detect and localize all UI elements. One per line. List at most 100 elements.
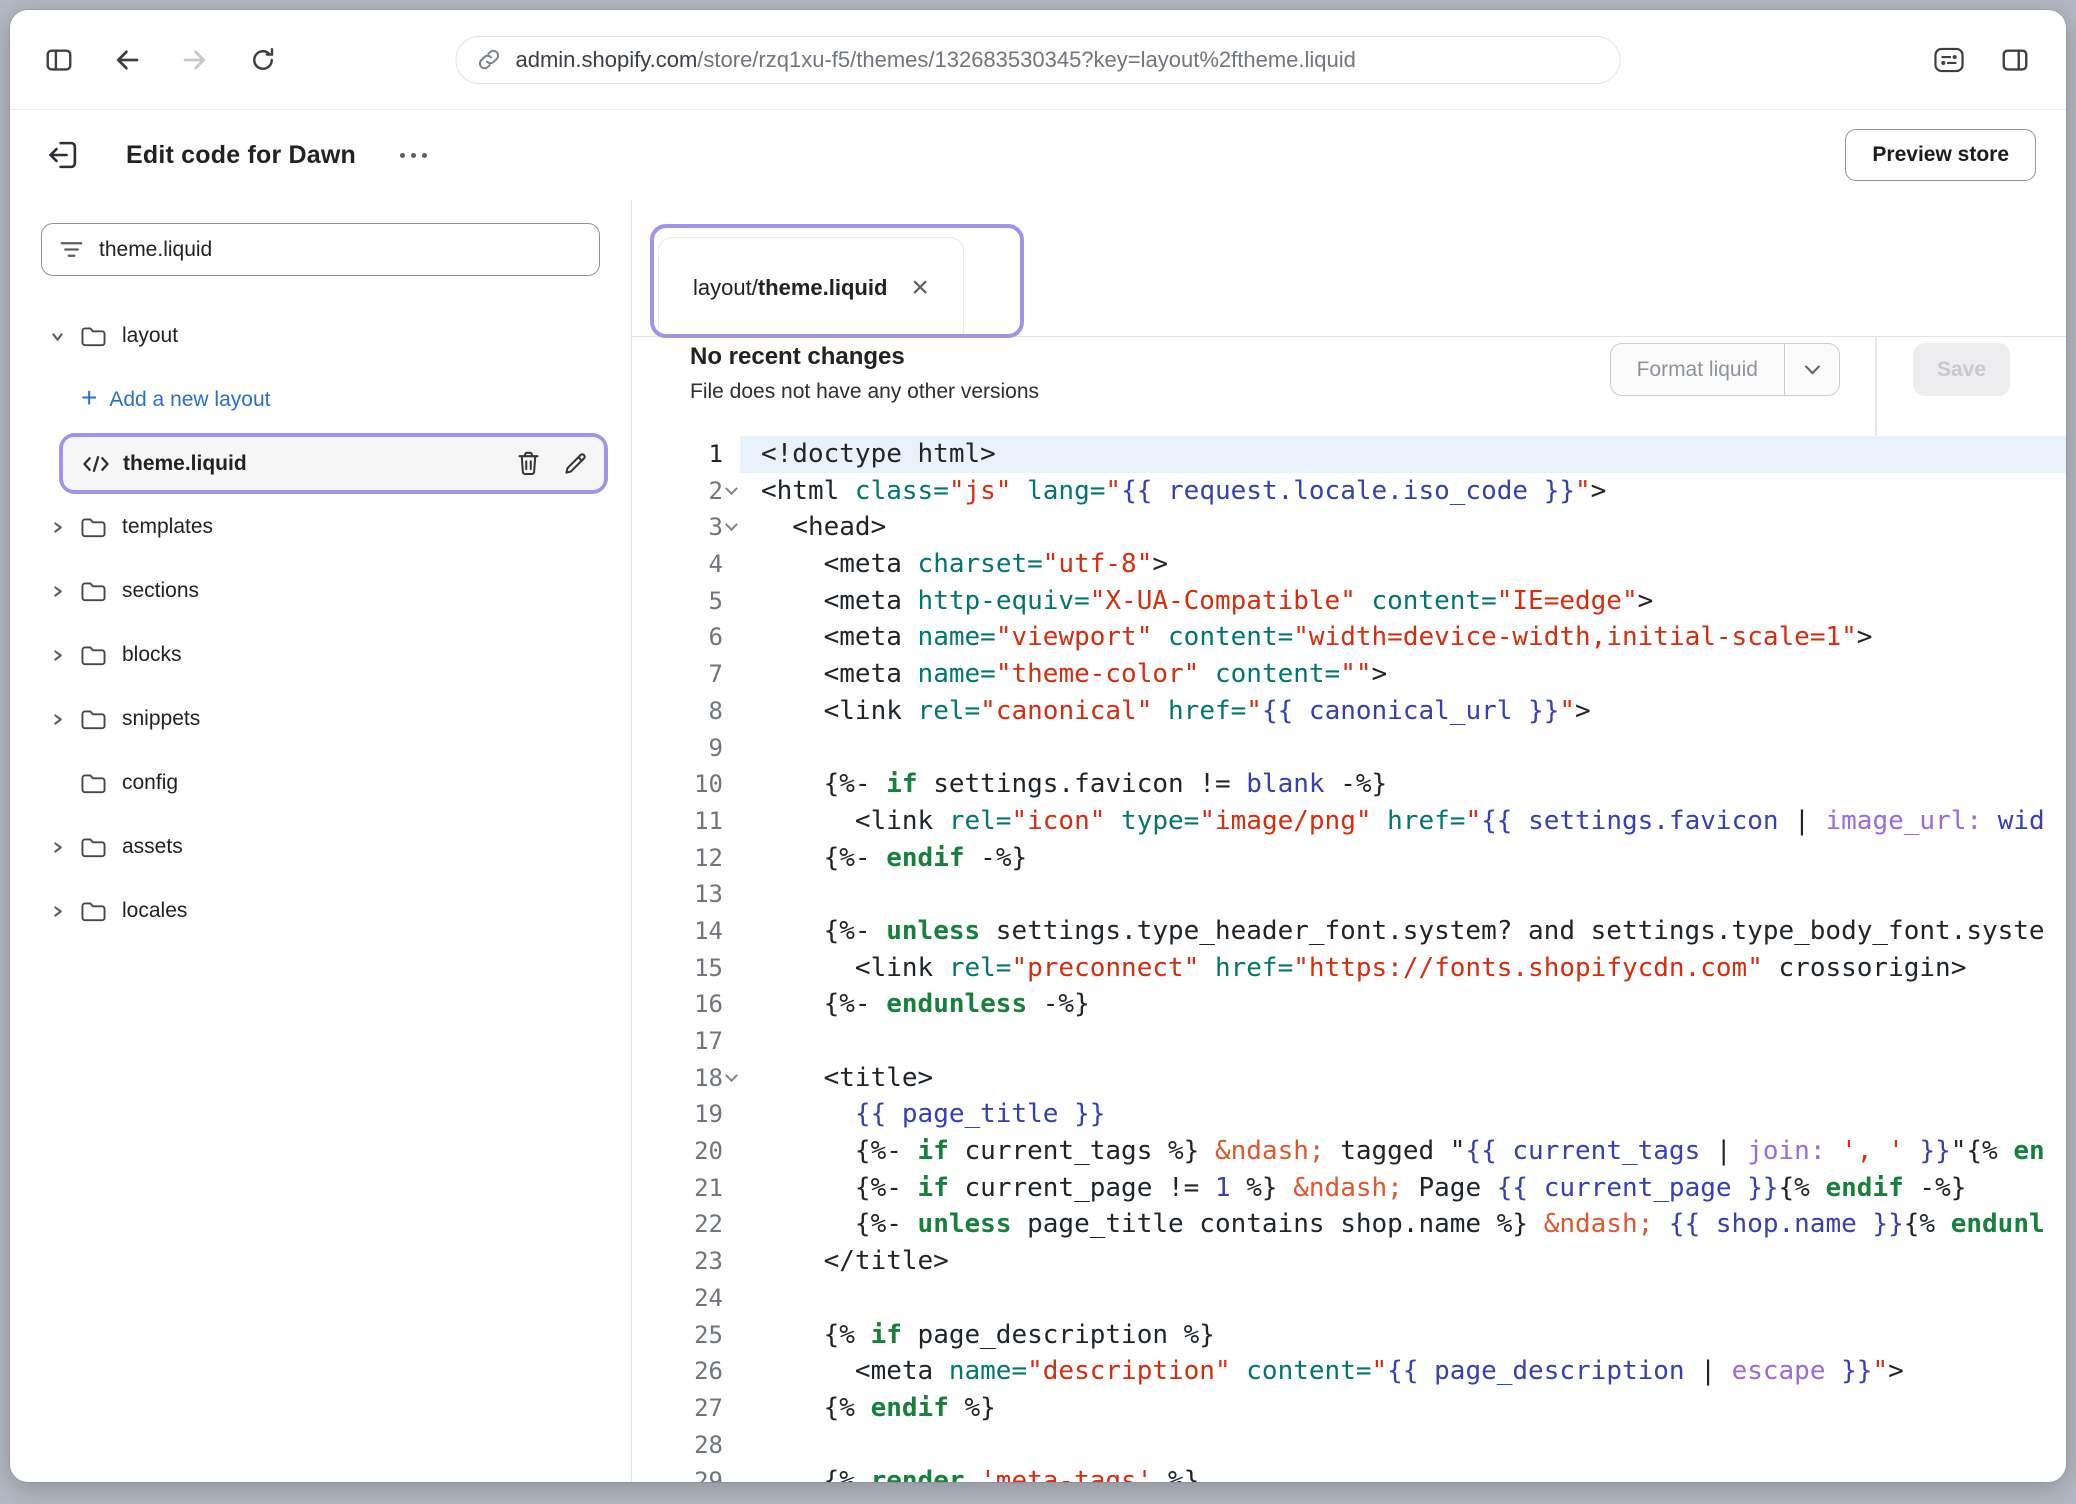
close-icon[interactable]: ×	[911, 273, 929, 303]
preview-store-button[interactable]: Preview store	[1845, 129, 2036, 181]
sidebar-item-label: assets	[122, 835, 183, 859]
line-number: 8	[632, 693, 740, 730]
browser-window: admin.shopify.com/store/rzq1xu-f5/themes…	[10, 10, 2066, 1482]
folder-icon	[80, 580, 114, 603]
exit-icon[interactable]	[40, 132, 86, 178]
delete-icon[interactable]	[516, 450, 541, 477]
line-number-gutter: 1234567891011121314151617181920212223242…	[632, 436, 740, 1482]
line-number: 15	[632, 950, 740, 987]
browser-chrome: admin.shopify.com/store/rzq1xu-f5/themes…	[10, 10, 2066, 110]
line-number: 9	[632, 730, 740, 767]
filter-icon	[59, 239, 84, 260]
line-number: 4	[632, 546, 740, 583]
sidebar-item-theme-liquid[interactable]: theme.liquid	[63, 437, 604, 490]
save-button[interactable]: Save	[1913, 343, 2010, 396]
code-line[interactable]: <head>	[740, 509, 2066, 546]
sidebar-item-sections[interactable]: sections	[10, 559, 631, 623]
fold-chevron-icon[interactable]	[725, 519, 738, 532]
code-line[interactable]: <meta name="description" content="{{ pag…	[740, 1353, 2066, 1390]
code-line[interactable]: <title>	[740, 1060, 2066, 1097]
sidebar-item-layout[interactable]: layout	[10, 304, 631, 368]
code-line[interactable]: {%- if current_tags %} &ndash; tagged "{…	[740, 1133, 2066, 1170]
toolbar-divider	[1875, 337, 1877, 436]
code-line[interactable]: {%- unless page_title contains shop.name…	[740, 1206, 2066, 1243]
code-line[interactable]	[740, 1427, 2066, 1464]
line-number: 29	[632, 1463, 740, 1482]
url-bar[interactable]: admin.shopify.com/store/rzq1xu-f5/themes…	[456, 36, 1621, 84]
code-line[interactable]: {%- endunless -%}	[740, 986, 2066, 1023]
line-number: 26	[632, 1353, 740, 1390]
sidebar-toggle-icon[interactable]	[36, 37, 82, 83]
sidebar-item-config[interactable]: config	[10, 751, 631, 815]
code-line[interactable]	[740, 876, 2066, 913]
sidebar-item-label: snippets	[122, 707, 200, 731]
code-line[interactable]: <link rel="canonical" href="{{ canonical…	[740, 693, 2066, 730]
code-area[interactable]: <!doctype html><html class="js" lang="{{…	[740, 436, 2066, 1482]
file-search-box[interactable]	[41, 223, 600, 276]
line-number: 12	[632, 840, 740, 877]
code-line[interactable]: {{ page_title }}	[740, 1096, 2066, 1133]
line-number: 16	[632, 986, 740, 1023]
sidebar-item-blocks[interactable]: blocks	[10, 623, 631, 687]
code-line[interactable]	[740, 1280, 2066, 1317]
code-line[interactable]: <!doctype html>	[740, 436, 2066, 473]
sidebar-item-label: config	[122, 771, 178, 795]
fold-chevron-icon[interactable]	[725, 1069, 738, 1082]
sidebar-item-label: sections	[122, 579, 199, 603]
code-line[interactable]	[740, 730, 2066, 767]
format-liquid-button[interactable]: Format liquid	[1610, 343, 1841, 396]
chevron-right-icon	[50, 648, 80, 663]
code-line[interactable]: {%- if settings.favicon != blank -%}	[740, 766, 2066, 803]
more-menu-icon[interactable]	[400, 153, 427, 158]
chevron-down-icon[interactable]	[1785, 344, 1839, 395]
line-number: 20	[632, 1133, 740, 1170]
code-line[interactable]: {%- endif -%}	[740, 840, 2066, 877]
fold-chevron-icon[interactable]	[725, 482, 738, 495]
code-line[interactable]: <html class="js" lang="{{ request.locale…	[740, 473, 2066, 510]
chevron-right-icon	[50, 712, 80, 727]
line-number: 2	[632, 473, 740, 510]
code-line[interactable]: {% render 'meta-tags' %}	[740, 1463, 2066, 1482]
code-line[interactable]: {%- unless settings.type_header_font.sys…	[740, 913, 2066, 950]
folder-icon	[80, 708, 114, 731]
line-number: 21	[632, 1170, 740, 1207]
search-input[interactable]	[99, 238, 582, 262]
add-new-layout-link[interactable]: +Add a new layout	[10, 368, 631, 432]
code-line[interactable]: <meta http-equiv="X-UA-Compatible" conte…	[740, 583, 2066, 620]
code-line[interactable]: <meta name="theme-color" content="">	[740, 656, 2066, 693]
sidebar-right-icon[interactable]	[1992, 37, 2038, 83]
code-line[interactable]: {%- if current_page != 1 %} &ndash; Page…	[740, 1170, 2066, 1207]
file-tree: layout+Add a new layouttheme.liquidtempl…	[10, 304, 631, 943]
sidebar-item-assets[interactable]: assets	[10, 815, 631, 879]
extensions-icon[interactable]	[1926, 37, 1972, 83]
reload-icon[interactable]	[240, 37, 286, 83]
back-icon[interactable]	[104, 37, 150, 83]
line-number: 1	[632, 436, 740, 473]
code-line[interactable]: <link rel="icon" type="image/png" href="…	[740, 803, 2066, 840]
code-line[interactable]: {% if page_description %}	[740, 1317, 2066, 1354]
tab-label: layout/theme.liquid	[693, 275, 887, 301]
line-number: 13	[632, 876, 740, 913]
sidebar-item-snippets[interactable]: snippets	[10, 687, 631, 751]
code-line[interactable]: </title>	[740, 1243, 2066, 1280]
code-line[interactable]: {% endif %}	[740, 1390, 2066, 1427]
link-icon	[477, 47, 502, 72]
line-number: 6	[632, 619, 740, 656]
folder-icon	[80, 644, 114, 667]
line-number: 24	[632, 1280, 740, 1317]
code-line[interactable]: <meta charset="utf-8">	[740, 546, 2066, 583]
app-header: Edit code for Dawn Preview store	[10, 110, 2066, 200]
sidebar-item-label: blocks	[122, 643, 182, 667]
sidebar-item-templates[interactable]: templates	[10, 495, 631, 559]
tab-theme-liquid[interactable]: layout/theme.liquid ×	[658, 237, 964, 338]
code-line[interactable]: <meta name="viewport" content="width=dev…	[740, 619, 2066, 656]
code-line[interactable]	[740, 1023, 2066, 1060]
code-line[interactable]: <link rel="preconnect" href="https://fon…	[740, 950, 2066, 987]
folder-icon	[80, 516, 114, 539]
edit-icon[interactable]	[563, 451, 588, 476]
line-number: 19	[632, 1096, 740, 1133]
sidebar-item-locales[interactable]: locales	[10, 879, 631, 943]
forward-icon[interactable]	[172, 37, 218, 83]
code-editor[interactable]: 1234567891011121314151617181920212223242…	[632, 436, 2066, 1482]
code-file-icon	[81, 453, 111, 475]
